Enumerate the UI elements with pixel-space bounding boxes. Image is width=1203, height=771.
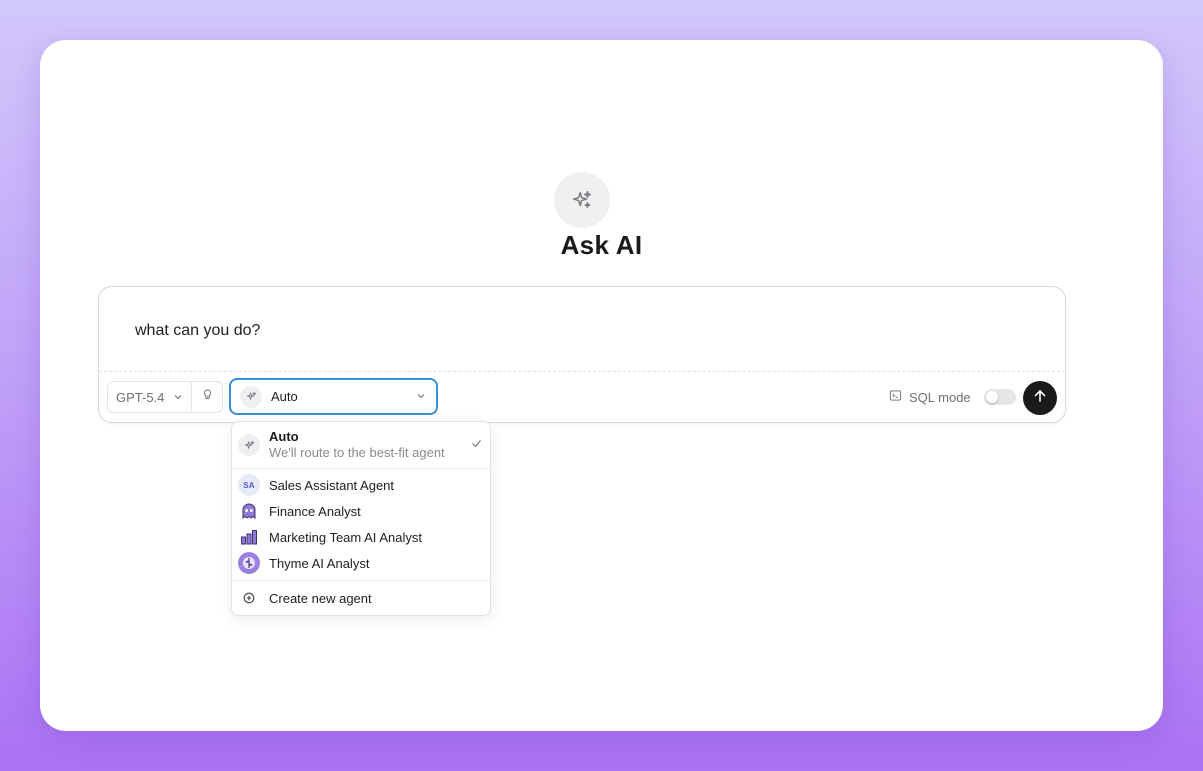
- sql-mode-control: SQL mode: [889, 387, 1016, 407]
- main-card: Ask AI what can you do? GPT-5.4 Auto SQL…: [40, 40, 1163, 731]
- dropdown-item-label: Thyme AI Analyst: [269, 555, 370, 571]
- sql-mode-label: SQL mode: [909, 389, 971, 405]
- model-controls: GPT-5.4: [107, 381, 223, 413]
- check-icon: [471, 436, 482, 454]
- thinking-toggle-button[interactable]: [192, 382, 222, 412]
- sparkles-icon: [238, 434, 260, 456]
- dropdown-item-sales-assistant[interactable]: SA Sales Assistant Agent: [232, 472, 490, 498]
- send-button[interactable]: [1023, 381, 1057, 415]
- agent-select[interactable]: Auto: [229, 378, 438, 415]
- dropdown-item-label: Marketing Team AI Analyst: [269, 529, 422, 545]
- dropdown-divider: [232, 468, 490, 469]
- plus-circle-icon: [238, 587, 260, 609]
- dropdown-item-label: Sales Assistant Agent: [269, 477, 395, 493]
- agent-select-label: Auto: [271, 389, 298, 404]
- dropdown-item-finance-analyst[interactable]: Finance Analyst: [232, 498, 490, 524]
- sparkles-icon: [554, 172, 610, 228]
- arrow-up-icon: [1033, 389, 1047, 408]
- toggle-knob: [985, 391, 998, 403]
- dropdown-divider: [232, 580, 490, 581]
- ghost-avatar-icon: [238, 500, 260, 522]
- composer-divider: [99, 371, 1065, 372]
- chevron-down-icon: [416, 388, 426, 406]
- terminal-icon: [889, 389, 902, 405]
- model-label: GPT-5.4: [116, 389, 165, 405]
- chat-composer: what can you do? GPT-5.4 Auto SQL mode: [98, 286, 1066, 423]
- dropdown-item-thyme-analyst[interactable]: Thyme AI Analyst: [232, 550, 490, 576]
- sales-assistant-avatar: SA: [238, 474, 260, 496]
- bar-chart-avatar-icon: [238, 526, 260, 548]
- dropdown-item-label: Finance Analyst: [269, 503, 361, 519]
- lightbulb-icon: [201, 388, 214, 406]
- model-select[interactable]: GPT-5.4: [108, 382, 192, 412]
- create-new-agent-label: Create new agent: [269, 590, 372, 606]
- create-new-agent-button[interactable]: Create new agent: [232, 585, 490, 611]
- chevron-down-icon: [173, 390, 183, 405]
- dropdown-auto-title: Auto: [269, 429, 299, 444]
- dropdown-item-auto[interactable]: Auto We'll route to the best-fit agent: [232, 422, 490, 468]
- prompt-input[interactable]: what can you do?: [135, 322, 260, 340]
- dropdown-auto-subtitle: We'll route to the best-fit agent: [269, 445, 445, 460]
- thyme-avatar-icon: [238, 552, 260, 574]
- agent-dropdown: Auto We'll route to the best-fit agent S…: [231, 421, 491, 616]
- sql-mode-toggle[interactable]: [983, 389, 1016, 405]
- page-title: Ask AI: [560, 230, 643, 260]
- dropdown-item-marketing-analyst[interactable]: Marketing Team AI Analyst: [232, 524, 490, 550]
- sparkles-icon: [240, 385, 262, 408]
